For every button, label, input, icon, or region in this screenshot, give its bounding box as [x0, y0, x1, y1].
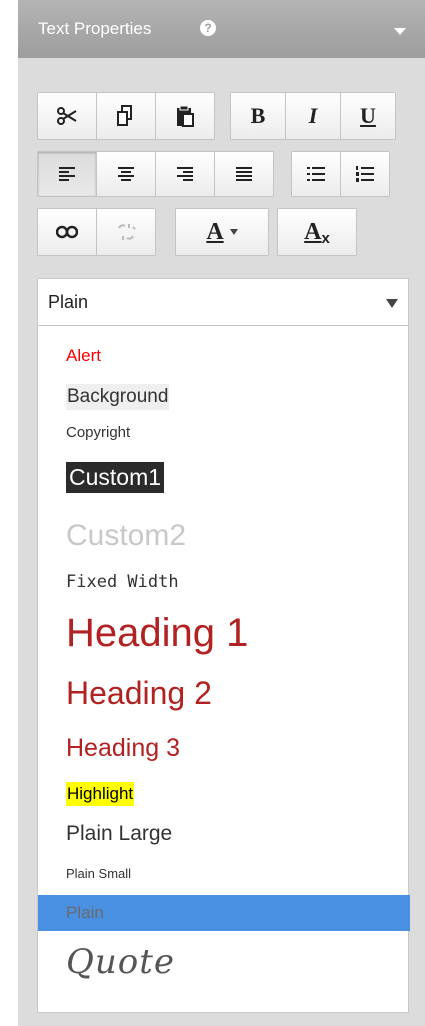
bulleted-list-icon	[307, 167, 325, 181]
copy-icon	[117, 105, 132, 126]
clear-format-icon: A	[304, 218, 322, 245]
style-select-value: Plain	[48, 292, 89, 312]
align-center-icon	[118, 167, 134, 181]
bold-button[interactable]: B	[231, 93, 285, 139]
italic-button[interactable]: I	[286, 93, 340, 139]
bulleted-list-button[interactable]	[292, 152, 340, 196]
paste-icon	[177, 105, 194, 127]
option-label: Plain Large	[66, 822, 173, 845]
format-group: B I U	[230, 92, 396, 140]
link-icon	[56, 225, 78, 239]
paste-button[interactable]	[156, 93, 214, 139]
style-option-copyright[interactable]: Copyright	[38, 424, 410, 448]
cut-button[interactable]	[38, 93, 96, 139]
panel-title: Text Properties	[38, 19, 152, 38]
font-color-group: A	[175, 208, 269, 256]
collapse-caret-icon[interactable]	[394, 28, 406, 35]
font-color-icon: A	[206, 218, 224, 245]
style-dropdown-list: Alert Background Copyright Custom1 Custo…	[37, 326, 410, 1013]
style-option-plain-small[interactable]: Plain Small	[38, 866, 410, 888]
style-option-heading-1[interactable]: Heading 1	[38, 611, 410, 663]
style-option-quote[interactable]: Quote	[38, 940, 410, 986]
alignment-group	[37, 151, 274, 197]
cut-icon	[57, 107, 77, 125]
text-properties-panel: Text Properties ? B I U A A x Plain Aler…	[18, 0, 425, 1026]
option-label: Heading 3	[66, 734, 180, 762]
option-label: Highlight	[66, 782, 135, 806]
unlink-button[interactable]	[97, 209, 155, 255]
font-color-dropdown-icon	[229, 229, 238, 235]
style-select[interactable]: Plain	[37, 278, 409, 326]
option-label: Custom2	[66, 519, 187, 552]
clipboard-group	[37, 92, 215, 140]
style-option-highlight[interactable]: Highlight	[38, 782, 410, 810]
style-option-alert[interactable]: Alert	[38, 344, 410, 372]
option-label: Fixed Width	[66, 572, 179, 592]
numbered-list-button[interactable]	[341, 152, 389, 196]
style-option-plain-large[interactable]: Plain Large	[38, 822, 410, 852]
style-option-fixed-width[interactable]: Fixed Width	[38, 572, 410, 596]
justify-icon	[236, 167, 252, 181]
option-label: Heading 1	[66, 611, 249, 655]
align-left-button[interactable]	[38, 152, 96, 196]
option-label: Background	[66, 384, 170, 410]
list-group	[291, 151, 390, 197]
style-option-heading-2[interactable]: Heading 2	[38, 675, 410, 717]
option-label: Plain	[66, 903, 104, 922]
unlink-icon	[118, 224, 136, 240]
style-option-custom2[interactable]: Custom2	[38, 519, 410, 557]
align-right-button[interactable]	[156, 152, 214, 196]
justify-button[interactable]	[215, 152, 273, 196]
align-left-icon	[59, 167, 75, 181]
help-icon[interactable]: ?	[200, 20, 216, 36]
clear-format-button[interactable]: A x	[278, 209, 356, 255]
align-center-button[interactable]	[97, 152, 155, 196]
option-label: Custom1	[66, 462, 165, 493]
option-label: Heading 2	[66, 675, 212, 711]
option-label: Plain Small	[66, 866, 132, 881]
clear-format-subscript: x	[321, 229, 330, 247]
align-right-icon	[177, 167, 193, 181]
option-label: Quote	[66, 942, 176, 982]
option-label: Alert	[66, 346, 101, 365]
style-option-background[interactable]: Background	[38, 382, 410, 414]
link-button[interactable]	[38, 209, 96, 255]
link-group	[37, 208, 156, 256]
panel-header[interactable]: Text Properties ?	[18, 0, 425, 58]
style-option-plain[interactable]: Plain	[38, 895, 410, 931]
select-arrow-icon	[386, 299, 398, 308]
font-color-button[interactable]: A	[176, 209, 268, 255]
clear-format-group: A x	[277, 208, 357, 256]
numbered-list-icon	[356, 166, 374, 182]
style-option-custom1[interactable]: Custom1	[38, 462, 410, 498]
option-label: Copyright	[66, 424, 131, 441]
copy-button[interactable]	[97, 93, 155, 139]
underline-button[interactable]: U	[341, 93, 395, 139]
style-option-heading-3[interactable]: Heading 3	[38, 734, 410, 768]
